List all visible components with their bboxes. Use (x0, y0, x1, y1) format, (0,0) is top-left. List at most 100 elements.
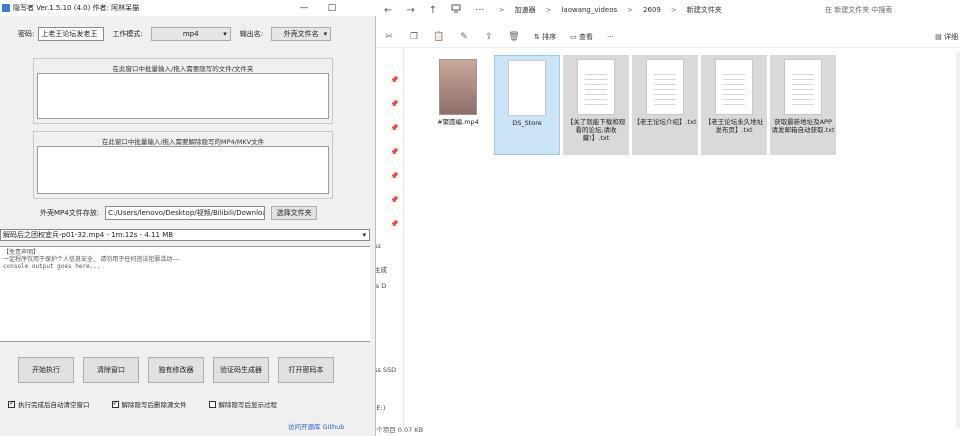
file-item[interactable]: 获取最新地址及APP请发邮箱自动获取.txt (770, 55, 836, 155)
minimize-button[interactable]: — (290, 0, 318, 16)
shell-path-label: 外壳MP4文件存放: (40, 209, 100, 217)
file-name: 【老王论坛永久地址发布页】.txt (704, 118, 764, 134)
checkbox[interactable] (208, 400, 216, 408)
video-select[interactable]: 解码后之团权宜兵-p01-32.mp4 - 1m:12s - 4.11 MB ▾ (0, 229, 370, 241)
option-label: 执行完成后自动清空窗口 (18, 401, 90, 409)
chevron-down-icon: ▾ (323, 30, 328, 38)
pin-icon: 📌 (390, 148, 399, 156)
password-input[interactable]: 上老王论坛发老王 (38, 27, 105, 41)
console-line: 【免责声明】 (3, 249, 40, 256)
unhide-input-box[interactable] (37, 146, 329, 194)
file-item[interactable]: 【关了就能下载和观看的论坛,请收藏!】.txt (563, 55, 629, 155)
crumb-3[interactable]: 新建文件夹 (687, 5, 722, 15)
console-output[interactable]: 【免责声明】 一定程序仅用于保护个人信息安全, 请勿用于任何违法犯罪活动—— c… (0, 246, 370, 342)
file-item[interactable]: #聚圆编.mp4 (425, 55, 491, 155)
shell-path-row: 外壳MP4文件存放: C:/Users/lenovo/Desktop/视频/Bi… (40, 206, 318, 220)
clear-window-button[interactable]: 清除窗口 (83, 357, 139, 383)
hide-input-title: 在此窗口中批量输入/拖入需要隐写的文件/文件夹 (112, 65, 254, 73)
file-name: 【老王论坛介绍】.txt (633, 118, 697, 126)
text-file-icon (577, 59, 615, 115)
file-explorer-window: ← → ↑ ··· > 加速器 > laowang_videos > 2609 … (370, 0, 960, 436)
hide-input-group: 在此窗口中批量输入/拖入需要隐写的文件/文件夹 (33, 58, 333, 124)
code-generator-button[interactable]: 验证码生成器 (213, 357, 269, 383)
more-options-button[interactable]: ··· (607, 33, 614, 41)
open-password-book-button[interactable]: 打开密码本 (278, 357, 334, 383)
view-icon: ▭ (570, 32, 579, 41)
unhide-input-group: 在此窗口中批量输入/拖入需要解除隐写的MP4/MKV文件 (33, 131, 333, 199)
video-select-value: 解码后之团权宜兵-p01-32.mp4 - 1m:12s - 4.11 MB (3, 231, 174, 239)
checkbox[interactable] (111, 399, 119, 408)
crumb-sep: > (627, 6, 634, 14)
view-button[interactable]: ▭ 查看 (570, 32, 593, 42)
option-label: 解除隐写后删除源文件 (121, 401, 187, 409)
monitor-icon[interactable] (451, 4, 461, 16)
pin-icon: 📌 (390, 196, 399, 204)
steganography-tool-window: 隐写者 Ver.1.5.10 (4.0) 作者: 阿林呆猫 — □ 密码: 上老… (0, 0, 376, 436)
start-button[interactable]: 开始执行 (18, 357, 74, 383)
file-item[interactable]: 【老王论坛永久地址发布页】.txt (701, 55, 767, 155)
more-icon[interactable]: ··· (475, 5, 485, 16)
checkbox[interactable] (8, 399, 15, 408)
view-label: 查看 (578, 32, 593, 41)
workmode-label: 工作模式: (112, 30, 143, 38)
title-bar: 隐写者 Ver.1.5.10 (4.0) 作者: 阿林呆猫 — □ (0, 0, 376, 16)
crumb-0[interactable]: 加速器 (515, 5, 536, 15)
output-name-value: 外壳文件名 (283, 30, 319, 38)
maximize-button[interactable]: □ (318, 0, 346, 16)
explorer-toolbar: ✂ ❐ 📋 ✎ ⇪ 🗑 ⇅ 排序 ▭ 查看 ··· ▤ 详细 (370, 26, 960, 48)
console-line: console output goes here... (3, 263, 101, 270)
crumb-sep: > (670, 6, 677, 14)
output-name-select[interactable]: 外壳文件名 ▾ (271, 27, 332, 41)
options-row: 执行完成后自动清空窗口 解除隐写后删除源文件 解除隐写后显示过程 (8, 399, 299, 409)
workmode-value: mp4 (182, 30, 199, 38)
modifier-button[interactable]: 独有修改器 (148, 357, 204, 383)
file-item[interactable]: 【老王论坛介绍】.txt (632, 55, 698, 155)
pin-icon: 📌 (390, 76, 399, 84)
workmode-select[interactable]: mp4 ▾ (150, 27, 231, 41)
paste-icon[interactable]: 📋 (433, 31, 445, 43)
sort-button[interactable]: ⇅ 排序 (534, 32, 556, 42)
github-link[interactable]: 访问开源库 Github (288, 421, 344, 431)
back-icon[interactable]: ← (384, 5, 392, 16)
file-name: 获取最新地址及APP请发邮箱自动获取.txt (771, 118, 835, 134)
text-file-icon (646, 59, 684, 115)
settings-row: 密码: 上老王论坛发老王 工作模式: mp4 ▾ 输出名: 外壳文件名 ▾ (18, 27, 332, 41)
crumb-1[interactable]: laowang_videos (561, 6, 617, 14)
vertical-scrollbar[interactable] (956, 52, 960, 428)
hide-input-box[interactable] (37, 73, 329, 119)
copy-icon[interactable]: ❐ (408, 31, 420, 43)
text-file-icon (784, 59, 822, 115)
details-label: 详细 (944, 32, 958, 41)
nav-item[interactable]: ss SSD (374, 366, 396, 374)
video-select-row: 解码后之团权宜兵-p01-32.mp4 - 1m:12s - 4.11 MB ▾ (0, 229, 370, 241)
option-delete-source[interactable]: 解除隐写后删除源文件 (111, 399, 187, 409)
details-button[interactable]: ▤ 详细 (935, 32, 958, 42)
text-file-icon (715, 59, 753, 115)
console-line: 一定程序仅用于保护个人信息安全, 请勿用于任何违法犯罪活动—— (3, 256, 180, 263)
delete-icon[interactable]: 🗑 (508, 31, 520, 43)
sort-icon: ⇅ (534, 32, 543, 41)
file-grid: #聚圆编.mp4 DS_Store 【关了就能下载和观看的论坛,请收藏!】.tx… (425, 55, 839, 155)
file-name: DS_Store (512, 119, 542, 127)
action-buttons: 开始执行 清除窗口 独有修改器 验证码生成器 打开密码本 (18, 357, 343, 383)
file-name: #聚圆编.mp4 (437, 118, 479, 126)
unhide-input-title: 在此窗口中批量输入/拖入需要解除隐写的MP4/MKV文件 (101, 138, 265, 146)
search-input[interactable]: 在 新建文件夹 中搜索 (825, 3, 955, 17)
file-icon (508, 60, 546, 116)
cut-icon[interactable]: ✂ (383, 31, 395, 43)
crumb-2[interactable]: 2609 (643, 6, 661, 14)
rename-icon[interactable]: ✎ (458, 31, 470, 43)
file-item[interactable]: DS_Store (494, 55, 560, 155)
forward-icon[interactable]: → (406, 5, 414, 16)
option-clear-after-run[interactable]: 执行完成后自动清空窗口 (8, 399, 90, 409)
output-name-label: 输出名: (239, 30, 264, 38)
select-folder-button[interactable]: 选择文件夹 (271, 206, 318, 220)
chevron-down-icon: ▾ (362, 231, 366, 239)
chevron-down-icon: ▾ (223, 30, 227, 38)
up-icon[interactable]: ↑ (429, 5, 437, 16)
shell-path-input[interactable]: C:/Users/lenovo/Desktop/视频/Bilibili/Down… (105, 206, 266, 220)
sort-label: 排序 (542, 32, 557, 41)
option-show-process[interactable]: 解除隐写后显示过程 (208, 399, 277, 409)
share-icon[interactable]: ⇪ (483, 31, 495, 43)
pin-icon: 📌 (390, 172, 399, 180)
